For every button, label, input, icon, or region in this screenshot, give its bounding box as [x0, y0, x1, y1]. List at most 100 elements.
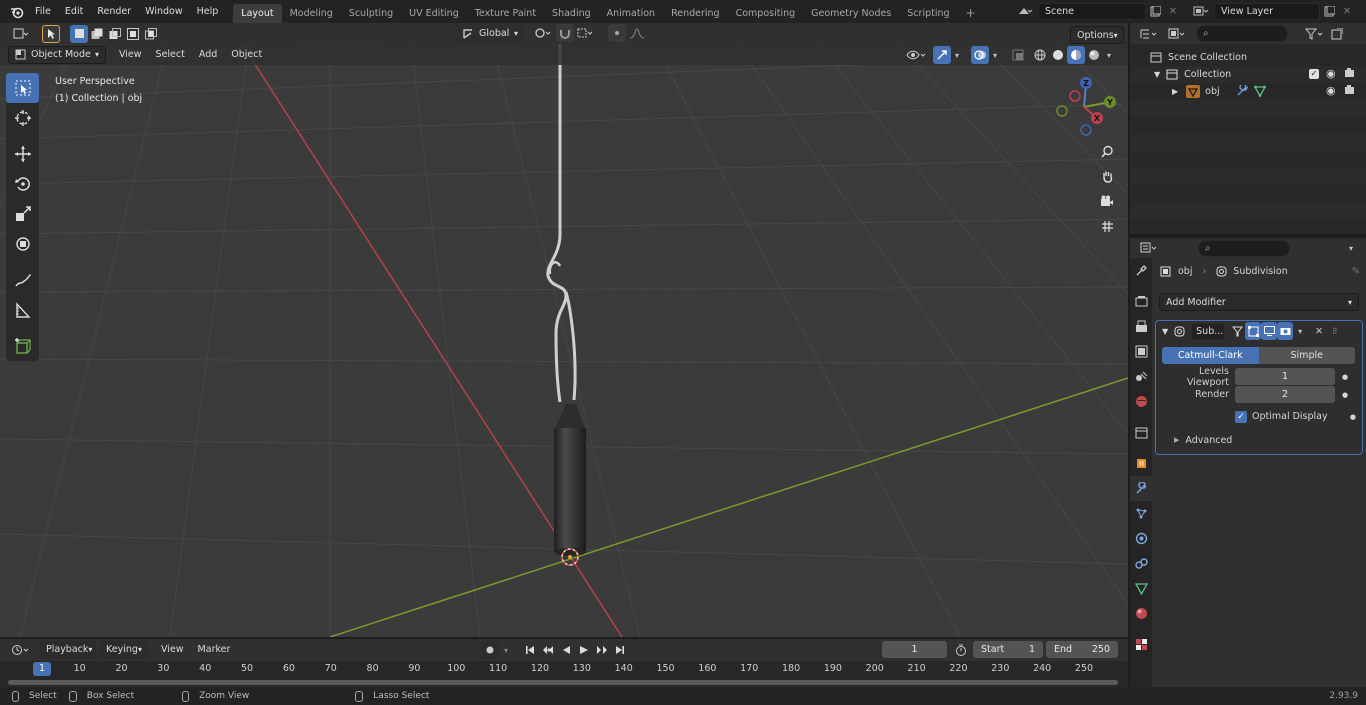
timeline-ruler[interactable]: 1 10 20 30 40 50 60 70 80 90 100 110 120 130 140 150 160… — [0, 661, 1128, 687]
tab-world-icon[interactable] — [1130, 389, 1152, 414]
pan-hand-icon[interactable] — [1098, 167, 1116, 185]
snap-target-icon[interactable] — [574, 24, 598, 42]
jump-end-icon[interactable] — [611, 641, 629, 659]
menu-render[interactable]: Render — [90, 1, 138, 23]
collapse-arrow-icon[interactable]: ▼ — [1162, 327, 1168, 336]
render-levels-field[interactable]: 2 — [1235, 386, 1335, 403]
outliner-row-obj[interactable]: ▶ obj ◉ — [1130, 83, 1366, 100]
play-icon[interactable] — [575, 641, 593, 659]
tab-modeling[interactable]: Modeling — [282, 4, 341, 23]
tab-scene-icon[interactable] — [1130, 364, 1152, 389]
exclude-checkbox[interactable]: ✓ — [1309, 69, 1319, 79]
pivot-point-icon[interactable] — [530, 24, 556, 42]
properties-search-input[interactable]: ⌕ — [1198, 239, 1290, 257]
tab-scripting[interactable]: Scripting — [899, 4, 957, 23]
properties-editor-type-icon[interactable] — [1136, 239, 1162, 257]
remove-modifier-icon[interactable]: ✕ — [1311, 322, 1327, 340]
tab-uv-editing[interactable]: UV Editing — [401, 4, 467, 23]
jump-start-icon[interactable] — [521, 641, 539, 659]
tab-particles-icon[interactable] — [1130, 501, 1152, 526]
tab-output-icon[interactable] — [1130, 314, 1152, 339]
menu-edit[interactable]: Edit — [58, 1, 90, 23]
new-collection-icon[interactable] — [1328, 25, 1346, 43]
visibility-toggle-icon[interactable] — [903, 46, 929, 64]
filter-icon[interactable] — [1302, 25, 1328, 43]
keyframe-dot-icon[interactable]: ● — [1342, 373, 1348, 381]
zoom-icon[interactable] — [1098, 142, 1116, 160]
xray-toggle-icon[interactable] — [1009, 46, 1027, 64]
expand-arrow-icon[interactable]: ▶ — [1172, 87, 1178, 96]
tab-material-icon[interactable] — [1130, 601, 1152, 626]
display-mode-icon[interactable] — [1164, 25, 1190, 43]
current-frame-field[interactable]: 1 — [882, 641, 947, 658]
gizmo-options-icon[interactable]: ▾ — [951, 46, 963, 64]
tab-tool-icon[interactable] — [1130, 258, 1152, 283]
expand-arrow-icon[interactable]: ▼ — [1154, 70, 1160, 79]
tab-geometry-nodes[interactable]: Geometry Nodes — [803, 4, 899, 23]
tab-collection-icon[interactable] — [1130, 420, 1152, 445]
pin-icon[interactable]: ✎ — [1352, 266, 1360, 277]
jump-keyframe-forward-icon[interactable] — [593, 641, 611, 659]
tab-rendering[interactable]: Rendering — [663, 4, 728, 23]
tab-constraints-icon[interactable] — [1130, 551, 1152, 576]
tool-cursor-icon[interactable] — [6, 103, 39, 133]
viewport-menu-object[interactable]: Object — [224, 44, 269, 66]
tab-compositing[interactable]: Compositing — [728, 4, 804, 23]
advanced-subpanel[interactable]: ▶ Advanced — [1174, 433, 1362, 447]
editor-type-icon[interactable] — [8, 25, 34, 43]
camera-view-icon[interactable] — [1098, 192, 1116, 210]
outliner-editor-type-icon[interactable] — [1136, 25, 1162, 43]
add-modifier-dropdown[interactable]: Add Modifier ▾ — [1159, 293, 1359, 311]
optimal-display-checkbox[interactable]: ✓ — [1235, 410, 1247, 423]
object-mode-dropdown[interactable]: Object Mode ▾ — [8, 45, 106, 64]
viewport-menu-add[interactable]: Add — [192, 44, 224, 66]
select-invert-icon[interactable] — [124, 25, 142, 43]
timeline-menu-view[interactable]: View — [154, 639, 191, 661]
keyframe-dot-icon[interactable]: ● — [1350, 413, 1356, 421]
shading-material-icon[interactable] — [1067, 46, 1085, 64]
add-workspace-icon[interactable]: + — [958, 4, 984, 23]
view-layer-field[interactable]: View Layer — [1214, 2, 1320, 20]
select-extend-icon[interactable] — [88, 25, 106, 43]
outliner-row-collection[interactable]: ▼ Collection ✓ ◉ — [1130, 66, 1366, 83]
3d-viewport[interactable]: User Perspective (1) Collection | obj Z … — [0, 44, 1128, 637]
proportional-falloff-icon[interactable] — [626, 24, 648, 42]
tab-texture-paint[interactable]: Texture Paint — [467, 4, 544, 23]
render-camera-icon[interactable] — [1277, 322, 1294, 340]
levels-viewport-field[interactable]: 1 — [1235, 368, 1335, 385]
catmull-clark-button[interactable]: Catmull-Clark — [1162, 347, 1259, 364]
timeline-scrollbar[interactable] — [8, 680, 1118, 685]
camera-render-icon[interactable] — [1344, 85, 1355, 98]
new-scene-icon[interactable] — [1146, 2, 1164, 20]
keying-set-dropdown-icon[interactable]: ▾ — [499, 641, 513, 659]
shading-wireframe-icon[interactable] — [1031, 46, 1049, 64]
select-intersect-icon[interactable] — [142, 25, 160, 43]
tab-texture-icon[interactable] — [1130, 632, 1152, 657]
tab-data-icon[interactable] — [1130, 576, 1152, 601]
keyframe-dot-icon[interactable]: ● — [1342, 391, 1348, 399]
viewport-menu-view[interactable]: View — [112, 44, 149, 66]
eye-icon[interactable]: ◉ — [1326, 84, 1336, 97]
tool-select-box-icon[interactable] — [6, 73, 39, 103]
tab-physics-icon[interactable] — [1130, 526, 1152, 551]
menu-window[interactable]: Window — [138, 1, 189, 23]
proportional-edit-icon[interactable] — [608, 24, 626, 42]
new-view-layer-icon[interactable] — [1320, 2, 1338, 20]
select-tool-icon[interactable] — [42, 24, 60, 43]
scene-selector-icon[interactable] — [1012, 2, 1038, 20]
modifier-name-field[interactable]: Sub... — [1191, 322, 1226, 340]
drag-handle-icon[interactable]: ⠿ — [1327, 322, 1341, 340]
tab-animation[interactable]: Animation — [599, 4, 663, 23]
realtime-display-icon[interactable] — [1261, 322, 1278, 340]
scene-name-field[interactable]: Scene — [1038, 2, 1146, 20]
viewport-menu-select[interactable]: Select — [149, 44, 192, 66]
modifier-wrench-icon[interactable] — [1236, 83, 1249, 100]
transform-orientation-dropdown[interactable]: Global ▾ — [456, 24, 524, 42]
tool-scale-icon[interactable] — [6, 199, 39, 229]
menu-file[interactable]: File — [28, 1, 58, 23]
edit-cage-icon[interactable] — [1229, 322, 1245, 340]
edit-mode-icon[interactable] — [1245, 322, 1262, 340]
tab-render-icon[interactable] — [1130, 289, 1152, 314]
blender-logo-icon[interactable] — [6, 3, 28, 21]
stopwatch-icon[interactable] — [952, 641, 970, 659]
